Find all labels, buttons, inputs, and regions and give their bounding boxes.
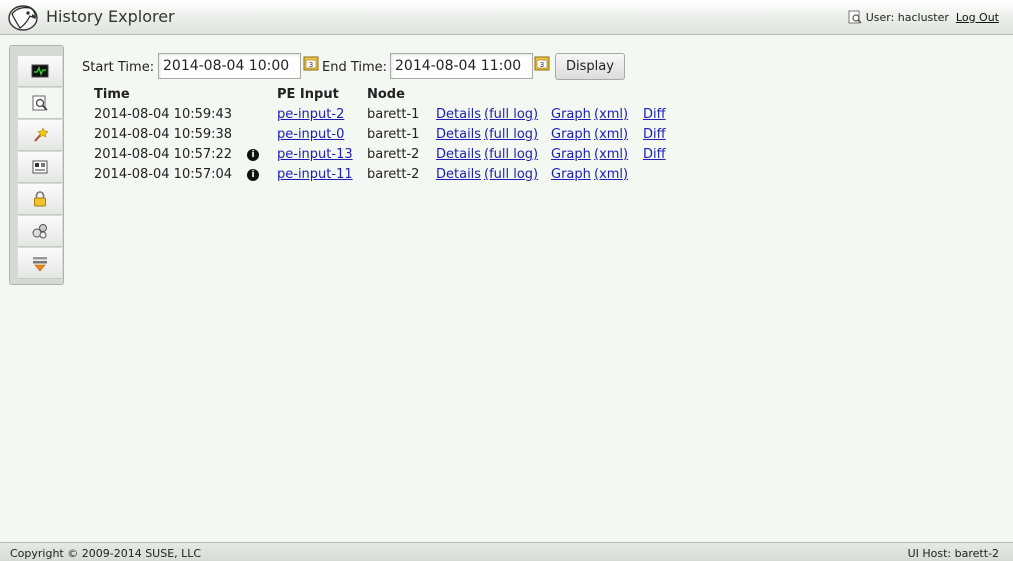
- details-link[interactable]: Details: [436, 107, 481, 122]
- info-icon[interactable]: i: [247, 149, 259, 161]
- setup-wizard-icon: [34, 127, 49, 142]
- full-log-link[interactable]: (full log): [484, 167, 538, 182]
- user-icon: [848, 10, 862, 24]
- end-calendar-icon[interactable]: 3: [534, 55, 550, 71]
- column-header-pe-input: PE Input: [277, 87, 339, 102]
- sidebar: [9, 45, 64, 285]
- sidebar-item-configuration[interactable]: [18, 152, 62, 183]
- xml-link[interactable]: (xml): [594, 127, 628, 142]
- copyright-text: Copyright © 2009-2014 SUSE, LLC: [10, 547, 202, 560]
- graph-link[interactable]: Graph: [551, 107, 591, 122]
- end-time-input[interactable]: [390, 53, 533, 79]
- table-row: 2014-08-04 10:59:38 pe-input-0 barett-1 …: [94, 127, 694, 147]
- svg-text:3: 3: [309, 61, 313, 69]
- user-area: User: hacluster Log Out: [848, 10, 999, 24]
- logout-link[interactable]: Log Out: [956, 11, 999, 24]
- row-time: 2014-08-04 10:57:22: [94, 147, 233, 162]
- row-time: 2014-08-04 10:57:04: [94, 167, 233, 182]
- info-icon[interactable]: i: [247, 169, 259, 181]
- full-log-link[interactable]: (full log): [484, 127, 538, 142]
- xml-link[interactable]: (xml): [594, 167, 628, 182]
- details-link[interactable]: Details: [436, 167, 481, 182]
- pe-input-link[interactable]: pe-input-0: [277, 127, 344, 142]
- diff-link[interactable]: Diff: [643, 107, 666, 122]
- page-title: History Explorer: [46, 7, 175, 26]
- table-row: 2014-08-04 10:57:04 i pe-input-11 barett…: [94, 167, 694, 187]
- resources-icon: [32, 224, 47, 239]
- diff-link[interactable]: Diff: [643, 127, 666, 142]
- sidebar-item-resources[interactable]: [18, 216, 62, 247]
- start-time-input[interactable]: [158, 53, 301, 79]
- svg-text:3: 3: [540, 61, 544, 69]
- start-time-label: Start Time:: [82, 60, 155, 75]
- row-node: barett-2: [367, 147, 420, 162]
- display-button[interactable]: Display: [555, 53, 625, 80]
- pe-input-link[interactable]: pe-input-11: [277, 167, 353, 182]
- sidebar-item-history[interactable]: [18, 88, 62, 119]
- row-time: 2014-08-04 10:59:38: [94, 127, 233, 142]
- row-node: barett-1: [367, 107, 420, 122]
- app-footer: Copyright © 2009-2014 SUSE, LLC UI Host:…: [0, 542, 1013, 561]
- pe-input-link[interactable]: pe-input-13: [277, 147, 353, 162]
- app-header: History Explorer User: hacluster Log Out: [0, 0, 1013, 35]
- diff-link[interactable]: Diff: [643, 147, 666, 162]
- column-header-node: Node: [367, 87, 405, 102]
- ui-host-text: UI Host: barett-2: [907, 547, 999, 560]
- column-header-time: Time: [94, 87, 130, 102]
- row-node: barett-2: [367, 167, 420, 182]
- xml-link[interactable]: (xml): [594, 107, 628, 122]
- access-control-icon: [34, 191, 46, 207]
- user-label: User: hacluster: [865, 10, 949, 24]
- table-row: 2014-08-04 10:59:43 pe-input-2 barett-1 …: [94, 107, 694, 127]
- sidebar-item-dashboard[interactable]: [18, 56, 62, 87]
- start-calendar-icon[interactable]: 3: [303, 55, 319, 71]
- xml-link[interactable]: (xml): [594, 147, 628, 162]
- graph-link[interactable]: Graph: [551, 167, 591, 182]
- details-link[interactable]: Details: [436, 147, 481, 162]
- graph-link[interactable]: Graph: [551, 127, 591, 142]
- row-time: 2014-08-04 10:59:43: [94, 107, 233, 122]
- full-log-link[interactable]: (full log): [484, 107, 538, 122]
- table-row: 2014-08-04 10:57:22 i pe-input-13 barett…: [94, 147, 694, 167]
- details-link[interactable]: Details: [436, 127, 481, 142]
- graph-link[interactable]: Graph: [551, 147, 591, 162]
- sidebar-item-access-control[interactable]: [18, 184, 62, 215]
- sidebar-item-wizard[interactable]: [18, 120, 62, 151]
- filter-icon: [33, 257, 47, 272]
- pe-input-link[interactable]: pe-input-2: [277, 107, 344, 122]
- row-node: barett-1: [367, 127, 420, 142]
- end-time-label: End Time:: [322, 60, 388, 75]
- full-log-link[interactable]: (full log): [484, 147, 538, 162]
- cluster-configuration-icon: [32, 160, 48, 174]
- sidebar-item-filter[interactable]: [18, 248, 62, 279]
- hawk-logo-icon: [8, 5, 38, 31]
- dashboard-icon: [31, 64, 49, 78]
- history-explorer-icon: [32, 95, 48, 111]
